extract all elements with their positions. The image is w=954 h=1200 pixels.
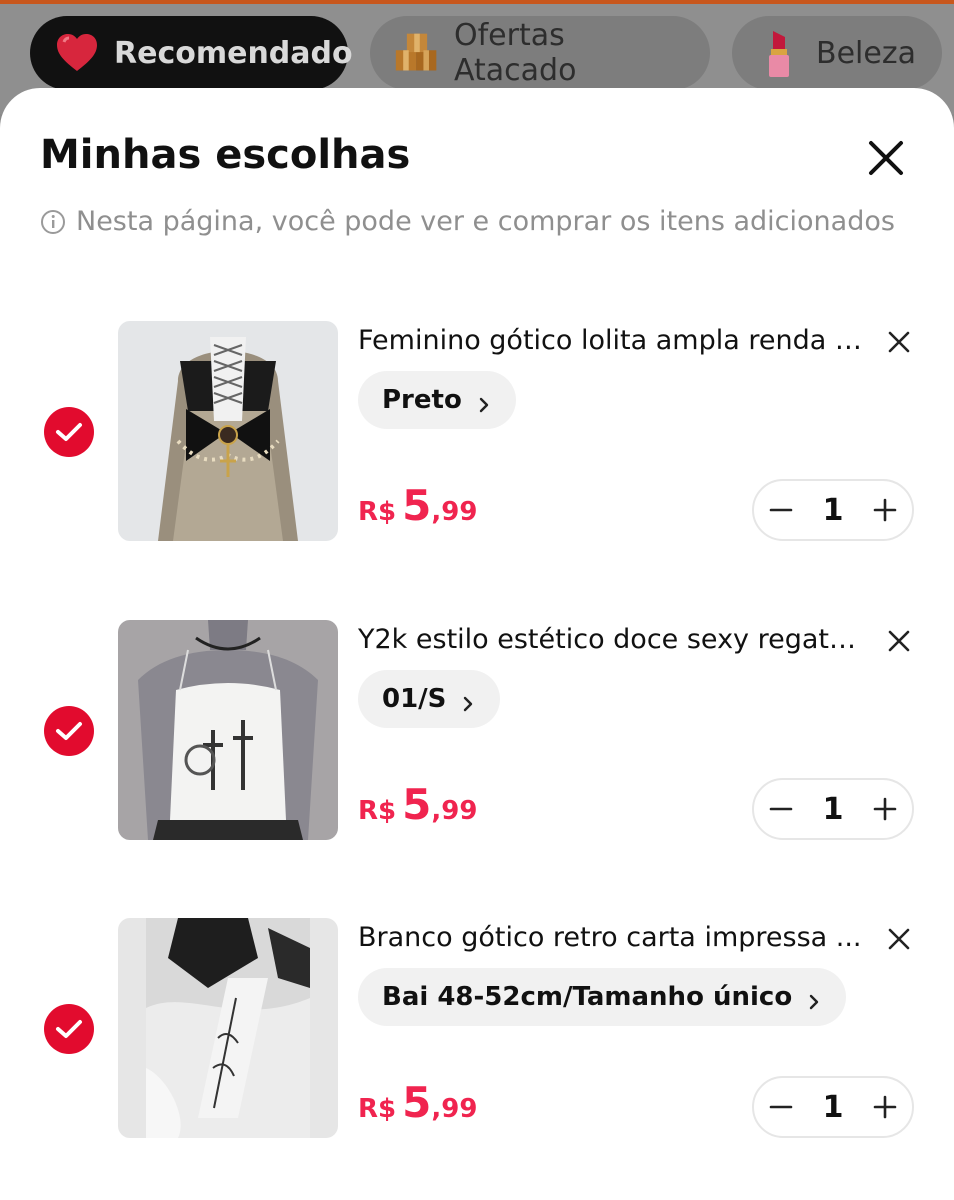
chevron-right-icon <box>476 391 492 413</box>
tab-ofertas-atacado[interactable]: Ofertas Atacado <box>370 16 710 90</box>
remove-icon[interactable] <box>886 926 912 952</box>
price-decimal: ,99 <box>431 497 478 527</box>
price-integer: 5 <box>402 481 432 530</box>
variant-label: Preto <box>382 385 462 415</box>
variant-selector[interactable]: 01/S <box>358 670 501 728</box>
price: R$ 5 ,99 <box>358 780 477 829</box>
plus-icon[interactable] <box>872 1094 898 1120</box>
my-picks-sheet: Minhas escolhas Nesta página, você pode … <box>0 88 954 1200</box>
info-note: Nesta página, você pode ver e comprar os… <box>40 206 895 237</box>
quantity-value[interactable]: 1 <box>823 1090 844 1125</box>
price-currency: R$ <box>358 1094 397 1124</box>
sheet-title: Minhas escolhas <box>40 132 411 178</box>
plus-icon[interactable] <box>872 796 898 822</box>
heart-icon <box>54 30 100 76</box>
product-image[interactable] <box>118 620 338 840</box>
remove-icon[interactable] <box>886 628 912 654</box>
checkbox-checked[interactable] <box>44 1004 94 1054</box>
quantity-stepper: 1 <box>752 778 914 840</box>
price-currency: R$ <box>358 796 397 826</box>
quantity-stepper: 1 <box>752 1076 914 1138</box>
product-name[interactable]: Feminino gótico lolita ampla renda c... <box>358 325 868 356</box>
product-name[interactable]: Branco gótico retro carta impressa ... <box>358 922 868 953</box>
tab-label: Beleza <box>816 35 916 71</box>
price: R$ 5 ,99 <box>358 481 477 530</box>
list-item: Y2k estilo estético doce sexy regata ...… <box>0 620 954 850</box>
product-image[interactable] <box>118 321 338 541</box>
list-item: Feminino gótico lolita ampla renda c... … <box>0 321 954 551</box>
chevron-right-icon <box>460 690 476 712</box>
lipstick-icon <box>756 30 802 77</box>
price-currency: R$ <box>358 497 397 527</box>
quantity-value[interactable]: 1 <box>823 493 844 528</box>
close-icon[interactable] <box>866 138 906 178</box>
tab-label: Ofertas Atacado <box>454 18 577 88</box>
minus-icon[interactable] <box>768 497 794 523</box>
remove-icon[interactable] <box>886 329 912 355</box>
info-icon <box>40 209 66 235</box>
minus-icon[interactable] <box>768 796 794 822</box>
boxes-icon <box>394 30 440 76</box>
price-decimal: ,99 <box>431 1094 478 1124</box>
price-integer: 5 <box>402 1078 432 1127</box>
variant-selector[interactable]: Preto <box>358 371 516 429</box>
quantity-stepper: 1 <box>752 479 914 541</box>
chevron-right-icon <box>806 988 822 1010</box>
list-item: Branco gótico retro carta impressa ... B… <box>0 918 954 1148</box>
tab-label: Recomendado <box>114 35 353 71</box>
price-decimal: ,99 <box>431 796 478 826</box>
tab-recomendado[interactable]: Recomendado <box>30 16 353 90</box>
info-text: Nesta página, você pode ver e comprar os… <box>76 206 895 237</box>
price-integer: 5 <box>402 780 432 829</box>
tab-beleza[interactable]: Beleza <box>732 16 942 90</box>
checkbox-checked[interactable] <box>44 706 94 756</box>
variant-label: Bai 48-52cm/Tamanho único <box>382 982 793 1012</box>
product-image[interactable] <box>118 918 338 1138</box>
product-name[interactable]: Y2k estilo estético doce sexy regata ... <box>358 624 868 655</box>
checkbox-checked[interactable] <box>44 407 94 457</box>
price: R$ 5 ,99 <box>358 1078 477 1127</box>
variant-label: 01/S <box>382 684 447 714</box>
plus-icon[interactable] <box>872 497 898 523</box>
variant-selector[interactable]: Bai 48-52cm/Tamanho único <box>358 968 847 1026</box>
quantity-value[interactable]: 1 <box>823 792 844 827</box>
minus-icon[interactable] <box>768 1094 794 1120</box>
